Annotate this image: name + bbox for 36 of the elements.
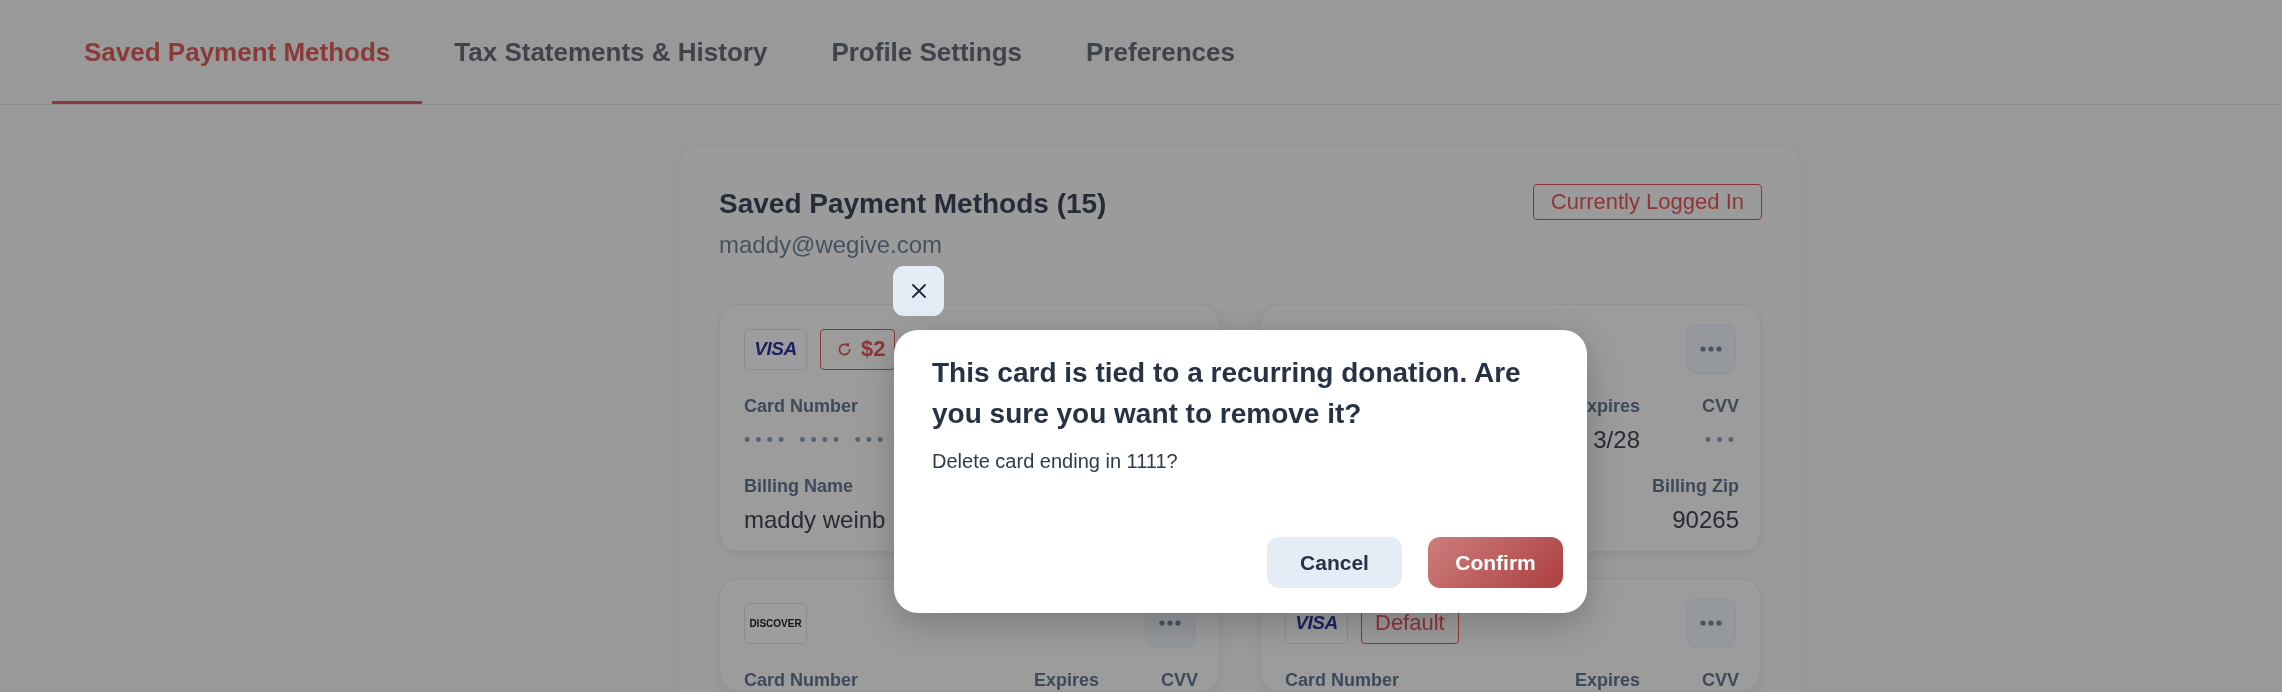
confirm-button[interactable]: Confirm xyxy=(1428,537,1563,588)
field-label: Card Number xyxy=(744,670,859,690)
card-brand-logo: VISA xyxy=(744,328,807,370)
field-label: Expires xyxy=(1033,670,1099,690)
billing-zip: 90265 xyxy=(1672,505,1739,535)
tab[interactable]: Profile Settings xyxy=(799,0,1055,104)
field-label: Billing Name xyxy=(744,476,854,496)
account-email: maddy@wegive.com xyxy=(719,230,943,260)
expiry-date: 3/28 xyxy=(1593,425,1640,455)
masked-card-number: •••• •••• ••• xyxy=(744,429,889,452)
tab[interactable]: Preferences xyxy=(1054,0,1267,104)
tab[interactable]: Saved Payment Methods xyxy=(52,0,423,104)
refresh-icon xyxy=(837,341,852,357)
section-title: Saved Payment Methods (15) xyxy=(719,187,1107,221)
field-label: CVV xyxy=(1161,670,1198,690)
field-label: xpires xyxy=(1586,396,1640,416)
field-label: Billing Zip xyxy=(1652,476,1739,496)
more-icon xyxy=(1700,620,1722,626)
cancel-button[interactable]: Cancel xyxy=(1267,537,1402,588)
more-icon xyxy=(1700,346,1722,352)
billing-name: maddy weinb xyxy=(744,505,886,535)
masked-cvv: ••• xyxy=(1705,429,1739,452)
more-icon xyxy=(1159,620,1181,626)
dialog-title: This card is tied to a recurring donation. Are you sure you want to remove it? xyxy=(932,356,1522,431)
close-button[interactable] xyxy=(893,266,944,316)
field-label: Card Number xyxy=(1285,670,1400,690)
field-label: Expires xyxy=(1574,670,1640,690)
logged-in-badge: Currently Logged In xyxy=(1532,184,1762,220)
dialog-message: Delete card ending in 1111? xyxy=(932,449,1178,474)
recurring-amount: $2 xyxy=(861,336,886,362)
card-brand-logo: DISCOVER xyxy=(744,602,807,644)
tab[interactable]: Tax Statements & History xyxy=(422,0,800,104)
close-icon xyxy=(911,284,926,298)
field-label: CVV xyxy=(1702,396,1739,416)
field-label: Card Number xyxy=(744,396,859,416)
field-label: CVV xyxy=(1702,670,1739,690)
